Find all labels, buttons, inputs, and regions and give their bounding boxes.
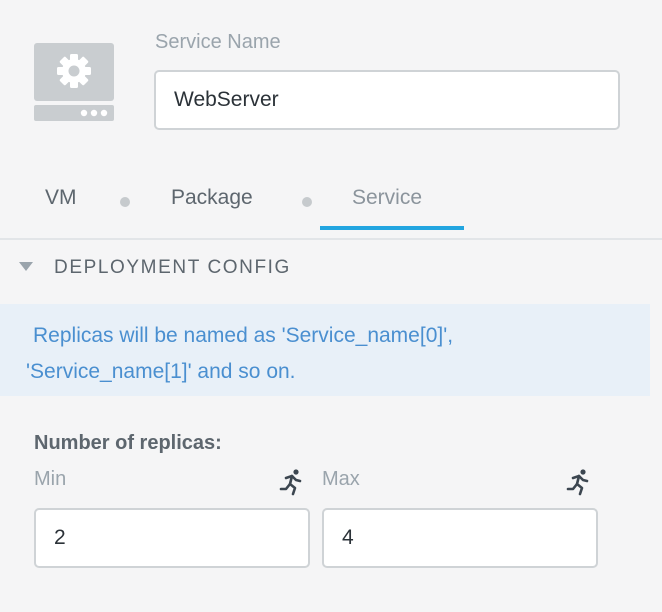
caret-down-icon[interactable] [19, 262, 33, 271]
min-label: Min [34, 468, 67, 490]
max-label: Max [322, 468, 360, 490]
tab-package[interactable]: Package [171, 186, 253, 210]
deployment-config-header[interactable]: DEPLOYMENT CONFIG [0, 240, 662, 304]
min-replicas-input[interactable] [34, 508, 310, 568]
tab-service[interactable]: Service [352, 186, 422, 210]
active-tab-indicator [320, 226, 464, 230]
running-person-icon [566, 469, 589, 496]
service-name-label: Service Name [155, 31, 281, 53]
service-name-input[interactable] [154, 70, 620, 130]
tab-separator-dot [302, 197, 312, 207]
service-header: Service Name [0, 0, 662, 150]
replicas-label: Number of replicas: [34, 432, 222, 454]
replicas-info-banner: Replicas will be named as 'Service_name[… [0, 304, 650, 396]
tab-bar: VM Package Service [0, 170, 662, 240]
tab-separator-dot [120, 197, 130, 207]
tab-vm[interactable]: VM [45, 186, 77, 210]
info-text: Replicas will be named as 'Service_name[… [26, 324, 454, 383]
running-person-icon [279, 469, 302, 496]
max-replicas-input[interactable] [322, 508, 598, 568]
section-title: DEPLOYMENT CONFIG [54, 257, 291, 278]
service-gear-icon [34, 43, 114, 121]
